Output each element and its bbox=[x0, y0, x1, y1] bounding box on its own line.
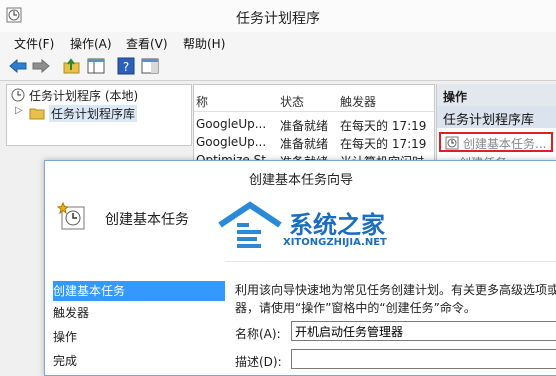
menu-help[interactable]: 帮助(H) bbox=[183, 35, 225, 52]
wizard-description-line1: 利用该向导快速地为常见任务创建计划。有关更多高级选项或 bbox=[235, 283, 556, 297]
step-finish[interactable]: 完成 bbox=[53, 351, 225, 371]
actions-header: 操作 bbox=[437, 84, 556, 106]
wizard-title: 创建基本任务向导 bbox=[248, 173, 353, 188]
wizard-header: 创建基本任务 系统之家 XITONGZHIJIA.NET bbox=[45, 191, 556, 262]
create-basic-task-wizard: 创建基本任务向导 创建基本任务 系统之家 XITONGZHIJIA.NET 创建… bbox=[44, 160, 556, 376]
clock-icon bbox=[11, 88, 25, 102]
watermark-logo: 系统之家 XITONGZHIJIA.NET bbox=[215, 199, 445, 257]
actions-section-label: 任务计划程序库 bbox=[443, 113, 535, 128]
column-header-trigger[interactable]: 触发器 bbox=[340, 93, 376, 110]
task-wizard-icon bbox=[57, 201, 85, 230]
title-bar: 任务计划程序 bbox=[0, 0, 556, 33]
step-trigger[interactable]: 触发器 bbox=[53, 303, 225, 323]
actions-header-label: 操作 bbox=[443, 90, 468, 104]
wizard-steps: 创建基本任务 触发器 操作 完成 bbox=[45, 261, 225, 375]
show-hide-tree-icon[interactable] bbox=[86, 57, 106, 75]
tree-root-label: 任务计划程序 (本地) bbox=[29, 89, 139, 103]
tree-item-label: 任务计划程序库 bbox=[49, 105, 138, 122]
up-folder-icon[interactable] bbox=[62, 57, 82, 75]
column-header-name[interactable]: 称 bbox=[196, 93, 208, 110]
actions-pane: 操作 任务计划程序库 创建基本任务... 创建任务... bbox=[436, 84, 556, 164]
menu-file[interactable]: 文件(F) bbox=[14, 35, 54, 52]
task-list: 称 状态 触发器 GoogleUp... 准备就绪 在每天的 17:19 Goo… bbox=[193, 84, 435, 166]
folder-icon bbox=[29, 108, 45, 120]
clock-icon bbox=[445, 136, 459, 150]
table-cell: 准备就绪 bbox=[280, 137, 329, 151]
description-label: 描述(D): bbox=[235, 355, 282, 369]
table-cell: 准备就绪 bbox=[280, 119, 329, 133]
show-action-pane-icon[interactable] bbox=[140, 57, 160, 75]
actions-section[interactable]: 任务计划程序库 bbox=[437, 106, 556, 128]
forward-arrow-icon[interactable] bbox=[31, 57, 51, 75]
table-cell: 在每天的 17:19 bbox=[340, 119, 427, 133]
wizard-description-line2: 器，请使用“操作”窗格中的“创建任务”命令。 bbox=[235, 301, 476, 315]
table-cell: 在每天的 17:19 bbox=[340, 137, 427, 151]
step-action[interactable]: 操作 bbox=[53, 327, 225, 347]
task-name-input[interactable] bbox=[291, 321, 556, 341]
menu-view[interactable]: 查看(V) bbox=[126, 35, 168, 52]
svg-text:?: ? bbox=[123, 60, 129, 74]
expand-arrow-icon[interactable]: ▷ bbox=[15, 105, 23, 116]
table-cell[interactable]: GoogleUp... bbox=[196, 117, 266, 131]
create-basic-task-action[interactable]: 创建基本任务... bbox=[439, 132, 553, 152]
toolbar: ? bbox=[0, 52, 556, 81]
window-title: 任务计划程序 bbox=[236, 11, 320, 27]
watermark-cn: 系统之家 bbox=[289, 210, 385, 239]
name-label: 名称(A): bbox=[235, 327, 281, 341]
table-cell[interactable]: GoogleUp... bbox=[196, 135, 266, 149]
back-arrow-icon[interactable] bbox=[8, 57, 28, 75]
step-create-basic-task[interactable]: 创建基本任务 bbox=[53, 281, 225, 301]
watermark-en: XITONGZHIJIA.NET bbox=[283, 237, 387, 248]
create-basic-task-label: 创建基本任务... bbox=[463, 137, 547, 151]
wizard-title-bar: 创建基本任务向导 bbox=[45, 161, 556, 191]
menu-action[interactable]: 操作(A) bbox=[70, 35, 112, 52]
wizard-heading: 创建基本任务 bbox=[105, 212, 189, 228]
column-header-status[interactable]: 状态 bbox=[280, 93, 304, 110]
house-logo-icon bbox=[218, 201, 282, 248]
menu-bar: 文件(F) 操作(A) 查看(V) 帮助(H) bbox=[0, 32, 556, 52]
task-description-input[interactable] bbox=[291, 349, 556, 369]
help-icon[interactable]: ? bbox=[116, 57, 136, 75]
tree-pane: 任务计划程序 (本地) ▷ 任务计划程序库 bbox=[6, 84, 192, 146]
